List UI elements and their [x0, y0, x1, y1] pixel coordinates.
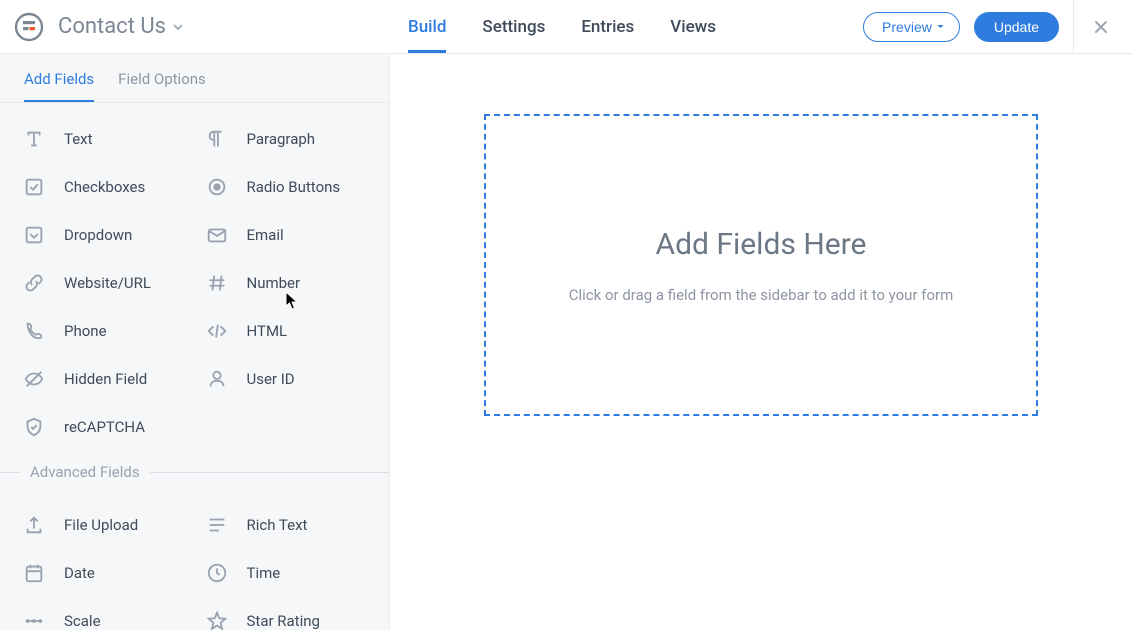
field-user[interactable]: User ID — [195, 355, 378, 403]
field-label: Radio Buttons — [247, 178, 341, 196]
phone-icon — [22, 319, 46, 343]
field-label: Hidden Field — [64, 370, 147, 388]
date-icon — [22, 561, 46, 585]
app-header: Contact Us Build Settings Entries Views … — [0, 0, 1132, 54]
field-label: Scale — [64, 612, 101, 630]
basic-fields-grid: Text Paragraph Checkboxes Radio Buttons Drop… — [0, 103, 389, 455]
field-email[interactable]: Email — [195, 211, 378, 259]
field-star[interactable]: Star Rating — [195, 597, 378, 630]
chevron-down-icon — [172, 21, 184, 33]
field-dropdown[interactable]: Dropdown — [12, 211, 195, 259]
caret-down-icon — [936, 22, 945, 31]
checkbox-icon — [22, 175, 46, 199]
field-upload[interactable]: File Upload — [12, 501, 195, 549]
dropzone[interactable]: Add Fields Here Click or drag a field fr… — [484, 114, 1038, 416]
html-icon — [205, 319, 229, 343]
field-label: Email — [247, 226, 284, 244]
field-label: Website/URL — [64, 274, 151, 292]
field-recaptcha[interactable]: reCAPTCHA — [12, 403, 195, 451]
field-label: Checkboxes — [64, 178, 145, 196]
sidebar-tabs: Add Fields Field Options — [0, 54, 389, 103]
field-label: Star Rating — [247, 612, 320, 630]
upload-icon — [22, 513, 46, 537]
text-icon — [22, 127, 46, 151]
dropzone-subtitle: Click or drag a field from the sidebar t… — [569, 286, 954, 304]
app-body: Add Fields Field Options Text Paragraph Ch… — [0, 54, 1132, 630]
recaptcha-icon — [22, 415, 46, 439]
main-nav-tabs: Build Settings Entries Views — [408, 0, 716, 53]
sidebar-tab-field-options[interactable]: Field Options — [118, 70, 206, 102]
scale-icon — [22, 609, 46, 630]
field-text[interactable]: Text — [12, 115, 195, 163]
close-button[interactable] — [1088, 14, 1114, 40]
field-label: User ID — [247, 370, 295, 388]
field-label: File Upload — [64, 516, 138, 534]
field-label: Text — [64, 130, 93, 148]
radio-icon — [205, 175, 229, 199]
field-checkbox[interactable]: Checkboxes — [12, 163, 195, 211]
field-label: reCAPTCHA — [64, 418, 145, 436]
field-label: Number — [247, 274, 301, 292]
number-icon — [205, 271, 229, 295]
advanced-fields-grid: File Upload Rich Text Date Time Scale Star Ra… — [0, 489, 389, 630]
field-richtext[interactable]: Rich Text — [195, 501, 378, 549]
dropzone-title: Add Fields Here — [656, 227, 867, 262]
user-icon — [205, 367, 229, 391]
sidebar-tab-add-fields[interactable]: Add Fields — [24, 70, 94, 102]
dropdown-icon — [22, 223, 46, 247]
sidebar: Add Fields Field Options Text Paragraph Ch… — [0, 54, 390, 630]
tab-build[interactable]: Build — [408, 0, 446, 53]
url-icon — [22, 271, 46, 295]
update-button[interactable]: Update — [974, 12, 1059, 42]
hidden-icon — [22, 367, 46, 391]
form-title: Contact Us — [58, 14, 166, 39]
field-radio[interactable]: Radio Buttons — [195, 163, 378, 211]
close-icon — [1092, 18, 1110, 36]
advanced-fields-divider: Advanced Fields — [0, 455, 389, 489]
tab-settings[interactable]: Settings — [482, 0, 545, 53]
field-label: HTML — [247, 322, 288, 340]
richtext-icon — [205, 513, 229, 537]
field-hidden[interactable]: Hidden Field — [12, 355, 195, 403]
form-canvas: Add Fields Here Click or drag a field fr… — [390, 54, 1132, 630]
time-icon — [205, 561, 229, 585]
field-label: Rich Text — [247, 516, 308, 534]
field-paragraph[interactable]: Paragraph — [195, 115, 378, 163]
preview-label: Preview — [882, 19, 932, 35]
paragraph-icon — [205, 127, 229, 151]
field-url[interactable]: Website/URL — [12, 259, 195, 307]
field-html[interactable]: HTML — [195, 307, 378, 355]
app-logo — [14, 12, 44, 42]
tab-entries[interactable]: Entries — [581, 0, 634, 53]
field-label: Time — [247, 564, 281, 582]
tab-views[interactable]: Views — [670, 0, 716, 53]
header-actions: Preview Update — [863, 0, 1114, 54]
field-scale[interactable]: Scale — [12, 597, 195, 630]
field-time[interactable]: Time — [195, 549, 378, 597]
preview-button[interactable]: Preview — [863, 12, 960, 42]
email-icon — [205, 223, 229, 247]
advanced-fields-label: Advanced Fields — [20, 463, 150, 481]
header-divider — [1073, 0, 1074, 54]
field-label: Paragraph — [247, 130, 316, 148]
field-phone[interactable]: Phone — [12, 307, 195, 355]
field-label: Phone — [64, 322, 107, 340]
field-label: Date — [64, 564, 95, 582]
star-icon — [205, 609, 229, 630]
field-label: Dropdown — [64, 226, 132, 244]
field-date[interactable]: Date — [12, 549, 195, 597]
field-number[interactable]: Number — [195, 259, 378, 307]
form-title-dropdown[interactable]: Contact Us — [58, 14, 184, 39]
